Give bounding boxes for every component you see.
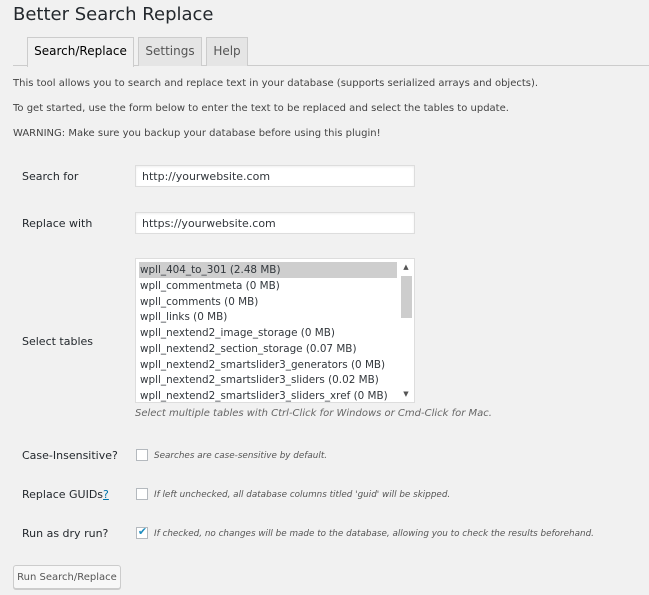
case-insensitive-label: Case-Insensitive? (22, 449, 118, 462)
table-option[interactable]: wpll_nextend2_image_storage (0 MB) (139, 325, 397, 341)
intro-description: This tool allows you to search and repla… (13, 78, 539, 89)
case-insensitive-description: Searches are case-sensitive by default. (154, 451, 328, 461)
dry-run-description: If checked, no changes will be made to t… (154, 529, 594, 539)
tables-scrollbar[interactable]: ▲ ▼ (398, 259, 414, 402)
replace-guids-help-link[interactable]: ? (103, 488, 109, 501)
tables-multiselect[interactable]: wpll_404_to_301 (2.48 MB) wpll_commentme… (135, 258, 415, 403)
page-title: Better Search Replace (13, 4, 214, 25)
replace-guids-checkbox[interactable] (136, 488, 148, 500)
table-option[interactable]: wpll_links (0 MB) (139, 309, 397, 325)
replace-guids-label-text: Replace GUIDs (22, 488, 104, 501)
table-option[interactable]: wpll_nextend2_section_storage (0.07 MB) (139, 341, 397, 357)
replace-guids-label: Replace GUIDs? (22, 488, 109, 501)
table-option[interactable]: wpll_nextend2_smartslider3_sliders (0.02… (139, 372, 397, 388)
dry-run-label: Run as dry run? (22, 527, 109, 540)
case-insensitive-checkbox[interactable] (136, 449, 148, 461)
tab-bar: Search/Replace Settings Help (13, 37, 649, 67)
tab-help[interactable]: Help (206, 37, 248, 66)
replace-guids-description: If left unchecked, all database columns … (154, 490, 451, 500)
tab-settings[interactable]: Settings (138, 37, 202, 66)
checkmark-icon: ✔ (137, 525, 148, 538)
table-option[interactable]: wpll_404_to_301 (2.48 MB) (139, 262, 397, 278)
replace-with-label: Replace with (22, 217, 93, 230)
intro-instructions: To get started, use the form below to en… (13, 103, 509, 114)
select-tables-hint: Select multiple tables with Ctrl-Click f… (135, 408, 492, 419)
scroll-up-arrow-icon[interactable]: ▲ (398, 259, 414, 275)
dry-run-checkbox[interactable]: ✔ (136, 525, 148, 539)
replace-with-input[interactable] (135, 212, 415, 234)
table-option[interactable]: wpll_comments (0 MB) (139, 294, 397, 310)
intro-warning: WARNING: Make sure you backup your datab… (13, 128, 381, 139)
scroll-down-arrow-icon[interactable]: ▼ (398, 386, 414, 402)
table-option[interactable]: wpll_commentmeta (0 MB) (139, 278, 397, 294)
scroll-thumb[interactable] (401, 276, 412, 318)
run-search-replace-button[interactable]: Run Search/Replace (13, 565, 121, 589)
search-for-input[interactable] (135, 165, 415, 187)
select-tables-label: Select tables (22, 335, 94, 348)
table-option[interactable]: wpll_nextend2_smartslider3_sliders_xref … (139, 388, 397, 402)
table-option[interactable]: wpll_nextend2_smartslider3_generators (0… (139, 357, 397, 373)
search-for-label: Search for (22, 170, 79, 183)
tab-search-replace[interactable]: Search/Replace (27, 37, 134, 67)
